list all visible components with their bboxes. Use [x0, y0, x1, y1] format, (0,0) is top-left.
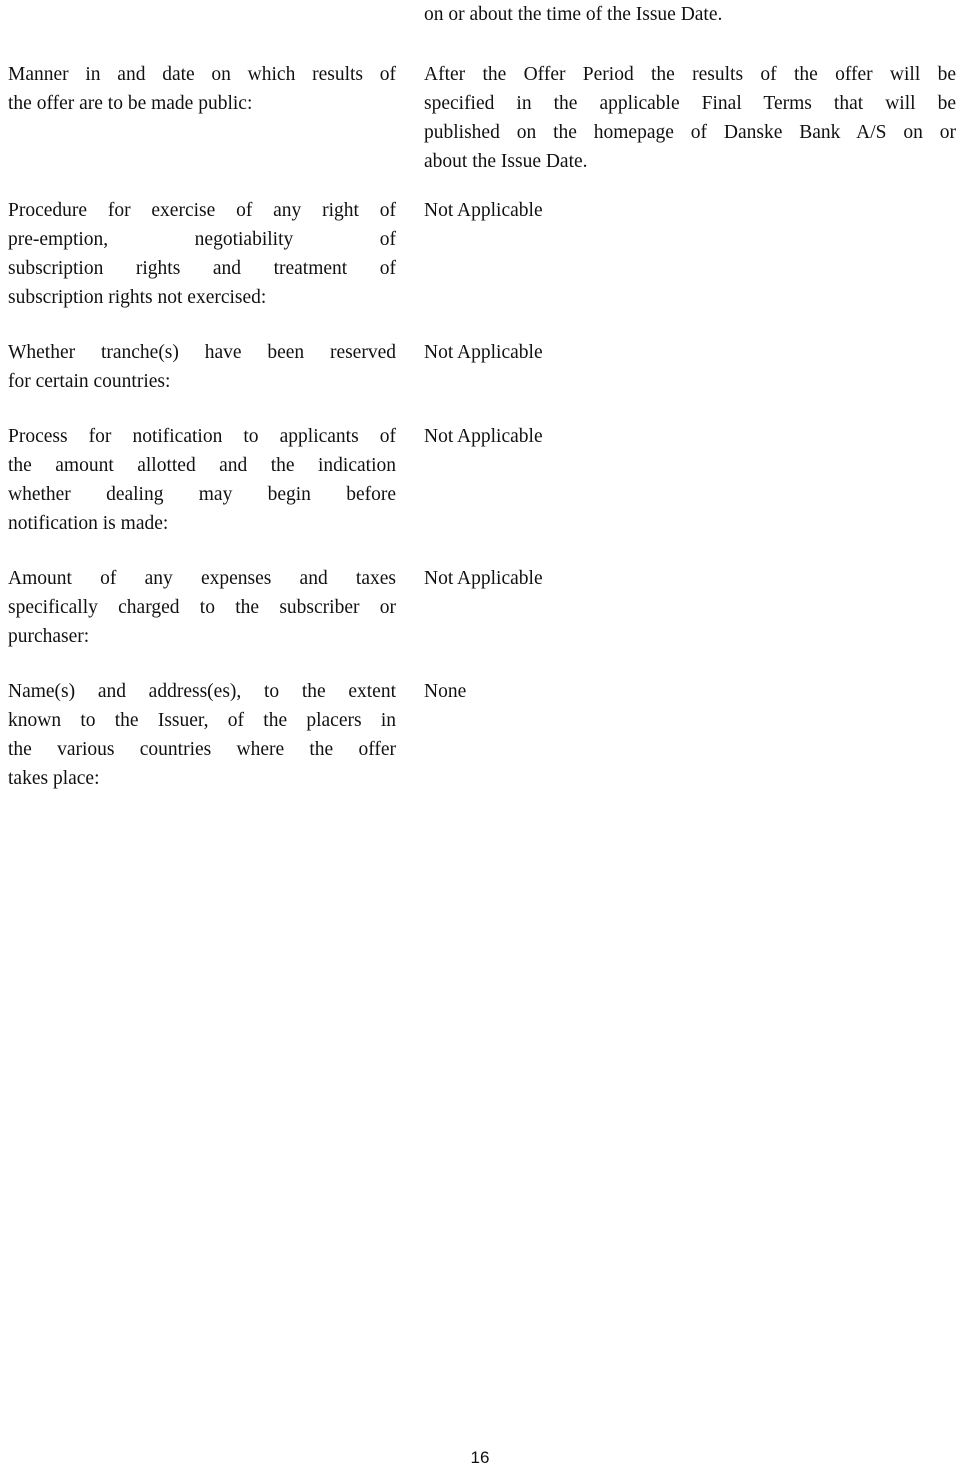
- row-label-line: specifically charged to the subscriber o…: [8, 597, 396, 618]
- row-label-line: Procedure for exercise of any right of: [8, 200, 396, 221]
- row-label: Name(s) and address(es), to the extent k…: [8, 677, 396, 793]
- row-value: After the Offer Period the results of th…: [424, 60, 956, 176]
- row-value-line: Not Applicable: [424, 568, 543, 589]
- row-label-line: takes place:: [8, 768, 100, 789]
- row-label-line: Process for notification to applicants o…: [8, 426, 396, 447]
- document-page: on or about the time of the Issue Date. …: [0, 0, 960, 1482]
- row-label: Procedure for exercise of any right of p…: [8, 196, 396, 312]
- row-label-line: subscription rights not exercised:: [8, 287, 267, 308]
- page-number: 16: [470, 1448, 490, 1467]
- row-value-line: published on the homepage of Danske Bank…: [424, 122, 956, 143]
- row-label: Amount of any expenses and taxes specifi…: [8, 564, 396, 651]
- row-label-line: known to the Issuer, of the placers in: [8, 710, 396, 731]
- row-label-line: Amount of any expenses and taxes: [8, 568, 396, 589]
- row-value-line: None: [424, 681, 467, 702]
- row-value: Not Applicable: [424, 338, 956, 367]
- row-label-line: whether dealing may begin before: [8, 484, 396, 505]
- row-label-line: Name(s) and address(es), to the extent: [8, 681, 396, 702]
- row-label-line: the amount allotted and the indication: [8, 455, 396, 476]
- row-label-line: the offer are to be made public:: [8, 93, 253, 114]
- row-value: Not Applicable: [424, 564, 956, 593]
- continuation-paragraph: on or about the time of the Issue Date.: [424, 4, 723, 25]
- row-label-line: for certain countries:: [8, 371, 171, 392]
- row-label: Whether tranche(s) have been reserved fo…: [8, 338, 396, 396]
- row-value-line: Not Applicable: [424, 342, 543, 363]
- row-label-line: notification is made:: [8, 513, 169, 534]
- row-value: None: [424, 677, 956, 706]
- row-label-line: pre-emption, negotiability of: [8, 229, 396, 250]
- row-label-line: the various countries where the offer: [8, 739, 396, 760]
- row-label: Process for notification to applicants o…: [8, 422, 396, 538]
- row-value: Not Applicable: [424, 196, 956, 225]
- row-label: Manner in and date on which results of t…: [8, 60, 396, 118]
- row-label-line: Manner in and date on which results of: [8, 64, 396, 85]
- row-value-line: Not Applicable: [424, 200, 543, 221]
- row-label-line: purchaser:: [8, 626, 90, 647]
- row-label-line: Whether tranche(s) have been reserved: [8, 342, 396, 363]
- row-value-line: After the Offer Period the results of th…: [424, 64, 956, 85]
- row-label-line: subscription rights and treatment of: [8, 258, 396, 279]
- row-value-line: specified in the applicable Final Terms …: [424, 93, 956, 114]
- row-value-line: about the Issue Date.: [424, 151, 588, 172]
- row-value-line: Not Applicable: [424, 426, 543, 447]
- row-value: Not Applicable: [424, 422, 956, 451]
